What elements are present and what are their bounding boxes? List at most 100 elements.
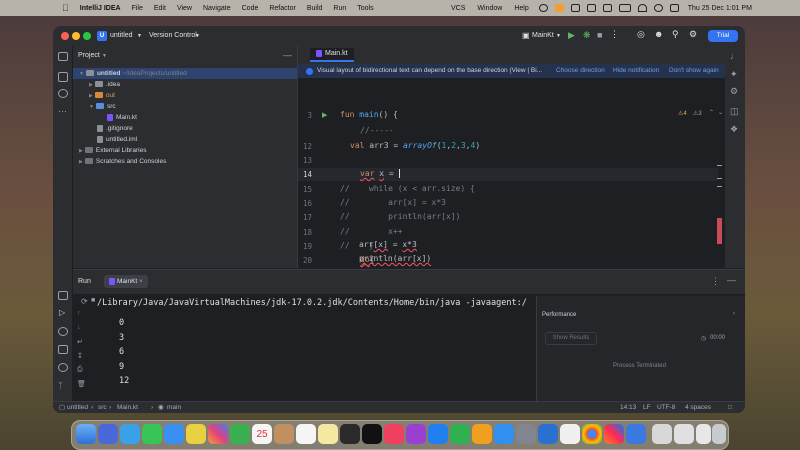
menu-view[interactable]: View xyxy=(177,5,192,12)
code-line[interactable]: arr[x] = x*3 xyxy=(359,241,417,249)
run-gutter-icon[interactable]: ▶ xyxy=(322,111,327,119)
chevron-down-icon[interactable]: ⌄ xyxy=(718,109,723,116)
battery-icon[interactable] xyxy=(586,4,596,12)
menu-vcs[interactable]: VCS xyxy=(451,5,465,12)
terminal-tool-icon[interactable] xyxy=(58,345,68,354)
tree-item-src[interactable]: ▼ src xyxy=(73,101,297,112)
code-line[interactable]: // while (x < arr.size) { xyxy=(340,184,475,193)
tree-item-external-libraries[interactable]: ▶ External Libraries xyxy=(73,145,297,156)
launchpad-icon[interactable] xyxy=(98,424,118,444)
add-user-icon[interactable]: ☻ xyxy=(654,29,663,39)
run-tool-icon[interactable]: ▷ xyxy=(59,308,65,317)
weak-warning-count-icon[interactable]: ⚠3 xyxy=(693,110,702,117)
xcode-icon[interactable] xyxy=(538,424,558,444)
keyboard-icon[interactable] xyxy=(618,4,631,12)
numbers-icon[interactable] xyxy=(450,424,470,444)
vcs-selector[interactable]: Version Control xyxy=(149,32,197,39)
problems-tool-icon[interactable] xyxy=(58,363,68,372)
git-tool-icon[interactable]: ᛉ xyxy=(58,381,68,390)
podcasts-icon[interactable] xyxy=(406,424,426,444)
safari-icon[interactable] xyxy=(120,424,140,444)
clear-console-icon[interactable]: 🗑 xyxy=(77,380,86,388)
rerun-icon[interactable]: ⟳ xyxy=(81,297,88,306)
menu-help[interactable]: Help xyxy=(514,5,528,12)
proxyman-icon[interactable] xyxy=(626,424,646,444)
menu-app-name[interactable]: IntelliJ IDEA xyxy=(80,5,121,12)
run-config-selector[interactable]: MainKt xyxy=(532,32,554,39)
trash-icon[interactable] xyxy=(712,424,726,444)
indent-settings[interactable]: 4 spaces xyxy=(685,402,711,413)
settings-gear-icon[interactable]: ⚙ xyxy=(689,29,697,40)
more-options-icon[interactable]: ⋮ xyxy=(610,29,619,40)
chevron-up-icon[interactable]: ⌃ xyxy=(709,109,714,116)
commit-tool-icon[interactable] xyxy=(58,89,68,98)
apple-tv-icon[interactable] xyxy=(362,424,382,444)
search-icon[interactable] xyxy=(653,4,663,12)
tree-item-untitled[interactable]: ▼ untitled ~/IdeaProjects/untitled xyxy=(73,68,297,79)
code-line[interactable]: println(arr[x]) xyxy=(359,254,431,263)
code-line[interactable]: fun main() { xyxy=(340,110,398,119)
notifications-icon[interactable]: ♩ xyxy=(730,51,739,61)
tree-item-iml[interactable]: untitled.iml xyxy=(73,134,297,145)
scroll-down-icon[interactable]: ↓ xyxy=(77,324,81,331)
close-tab-icon[interactable]: × xyxy=(139,278,143,285)
tree-item-idea[interactable]: ▶ .idea xyxy=(73,79,297,90)
menu-file[interactable]: File xyxy=(132,5,143,12)
project-tool-icon[interactable] xyxy=(58,52,68,61)
facetime-icon[interactable] xyxy=(230,424,250,444)
code-line[interactable]: var x = xyxy=(360,169,400,178)
print-icon[interactable]: ⎙ xyxy=(77,366,83,374)
menu-edit[interactable]: Edit xyxy=(154,5,166,12)
stop-icon[interactable]: ■ xyxy=(597,30,602,40)
code-line[interactable]: // arr[x] = x*3 xyxy=(340,198,446,207)
structure-tool-icon[interactable] xyxy=(58,72,68,82)
chevron-down-icon[interactable]: ▼ xyxy=(102,53,107,59)
lock-icon[interactable]: □ xyxy=(728,402,732,413)
search-everywhere-icon[interactable]: ⚲ xyxy=(672,29,679,40)
debug-icon[interactable]: ❋ xyxy=(583,30,591,41)
console-output[interactable]: /Library/Java/JavaVirtualMachines/jdk-17… xyxy=(95,296,535,402)
plugins-icon[interactable]: ❖ xyxy=(730,124,738,135)
run-config-tab[interactable]: MainKt × xyxy=(104,275,148,288)
project-selector[interactable]: untitled xyxy=(110,32,133,39)
recent-window-icon[interactable] xyxy=(674,424,694,444)
file-encoding[interactable]: UTF-8 xyxy=(657,402,675,413)
caret-position[interactable]: 14:13 xyxy=(620,402,636,413)
wifi-icon[interactable] xyxy=(637,4,647,12)
minimize-panel-icon[interactable]: — xyxy=(283,50,292,60)
soft-wrap-icon[interactable]: ↵ xyxy=(77,338,83,346)
scroll-to-end-icon[interactable]: ↧ xyxy=(77,352,83,360)
reminders-icon[interactable] xyxy=(296,424,316,444)
maps-icon[interactable] xyxy=(186,424,206,444)
minimize-panel-icon[interactable]: — xyxy=(727,275,736,285)
photos-icon[interactable] xyxy=(208,424,228,444)
recent-window-icon[interactable] xyxy=(696,424,711,444)
music-icon[interactable] xyxy=(384,424,404,444)
finder-icon[interactable] xyxy=(76,424,96,444)
services-tool-icon[interactable] xyxy=(58,291,68,300)
minimize-window-button[interactable] xyxy=(72,32,80,40)
menu-datetime[interactable]: Thu 25 Dec 1:01 PM xyxy=(688,5,752,12)
choose-direction-link[interactable]: Choose direction xyxy=(556,64,605,78)
chrome-icon[interactable] xyxy=(582,424,602,444)
menu-build[interactable]: Build xyxy=(307,5,323,12)
debug-tool-icon[interactable] xyxy=(58,327,68,336)
zoom-window-button[interactable] xyxy=(83,32,91,40)
display-icon[interactable] xyxy=(602,4,612,12)
scroll-up-icon[interactable]: ↑ xyxy=(77,310,81,317)
app-store-alt-icon[interactable] xyxy=(428,424,448,444)
notification-app-icon[interactable] xyxy=(554,4,564,12)
tree-item-scratches[interactable]: ▶ Scratches and Consoles xyxy=(73,156,297,167)
error-stripe-marker[interactable] xyxy=(717,218,722,244)
chevron-right-icon[interactable]: › xyxy=(733,311,735,317)
code-with-me-icon[interactable]: ◎ xyxy=(637,29,645,40)
menu-run[interactable]: Run xyxy=(333,5,346,12)
app-store-icon[interactable] xyxy=(494,424,514,444)
gradle-icon[interactable]: ⚙ xyxy=(730,86,738,97)
hide-notification-link[interactable]: Hide notification xyxy=(613,64,659,78)
run-panel-title[interactable]: Run xyxy=(78,278,91,285)
run-icon[interactable]: ▶ xyxy=(568,30,575,41)
ai-assistant-icon[interactable]: ✦ xyxy=(730,69,738,80)
mail-icon[interactable] xyxy=(164,424,184,444)
apple-logo-icon[interactable]:  xyxy=(62,3,69,13)
